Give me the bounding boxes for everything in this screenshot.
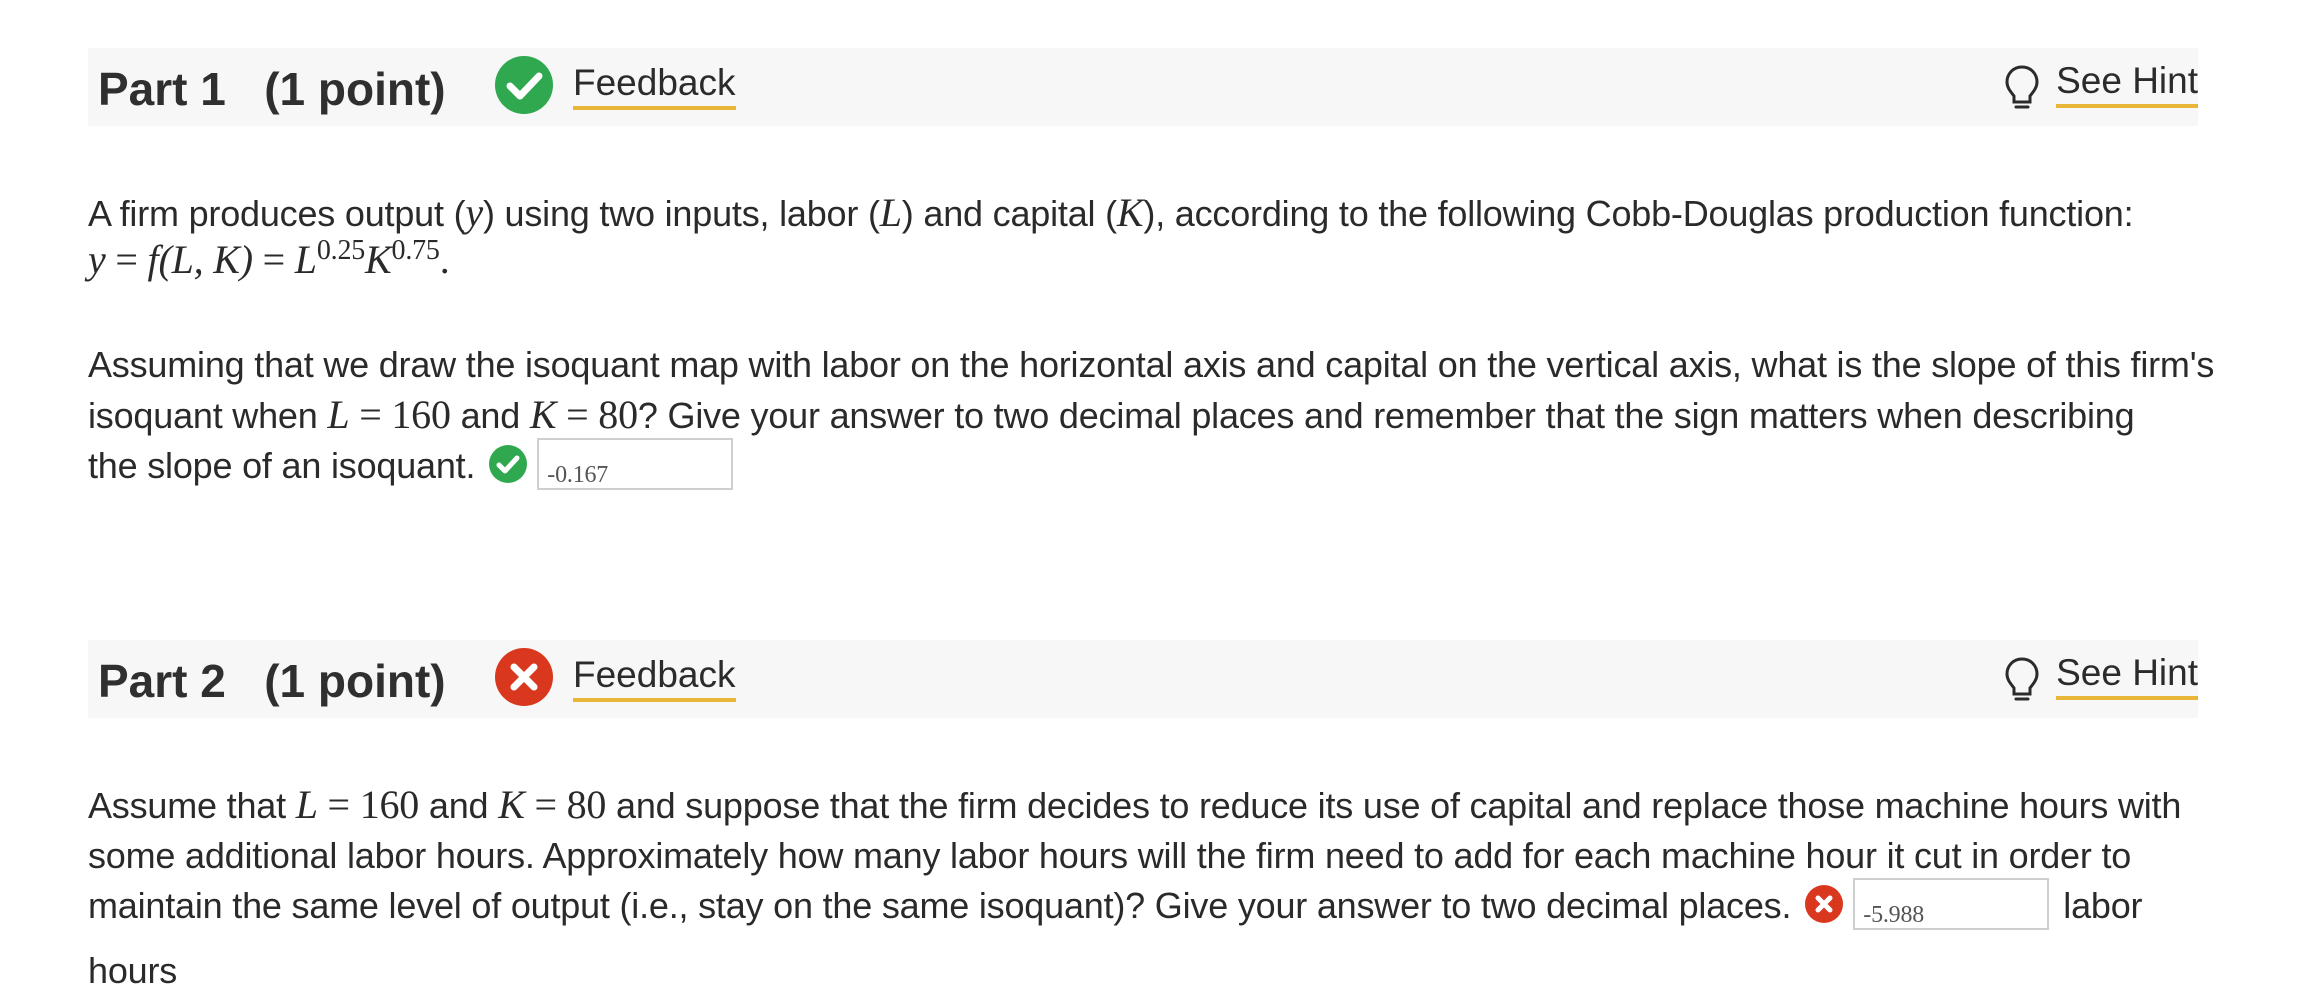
production-function-formula: y = f(L, K) = L0.25K0.75. (88, 235, 450, 283)
part2-see-hint-label: See Hint (2056, 652, 2198, 700)
answer-unit-label-continued: hours (88, 950, 178, 992)
part2-question-line2: some additional labor hours. Approximate… (88, 835, 2132, 876)
part2-answer-input[interactable]: -5.988 (1853, 878, 2050, 931)
lightbulb-icon (2005, 657, 2039, 701)
part2-header: Part 2 (1 point) Feedback See Hint (88, 640, 2198, 718)
part1-feedback-link[interactable]: Feedback (573, 62, 736, 110)
part1-question: Assuming that we draw the isoquant map w… (88, 340, 2218, 494)
part1-intro: A firm produces output (y) using two inp… (88, 188, 2218, 286)
part2-title: Part 2 (1 point) (98, 655, 446, 707)
part2-question: Assume that L = 160 and K = 80 and suppo… (88, 780, 2218, 996)
correct-check-icon (495, 56, 553, 114)
part2-see-hint-link[interactable]: See Hint (2005, 652, 2198, 708)
part1-title: Part 1 (1 point) (98, 63, 446, 115)
answer-correct-icon (489, 445, 528, 484)
part1-question-line1: Assuming that we draw the isoquant map w… (88, 344, 2215, 385)
incorrect-x-icon (495, 648, 553, 706)
lightbulb-icon (2005, 65, 2039, 109)
part2-question-line1: Assume that L = 160 and K = 80 and suppo… (88, 782, 2182, 827)
part1-question-line2: isoquant when L = 160 and K = 80? Give y… (88, 392, 2135, 437)
part2-question-line3: maintain the same level of output (i.e.,… (88, 878, 2218, 934)
part1-see-hint-link[interactable]: See Hint (2005, 60, 2198, 116)
answer-incorrect-icon (1805, 885, 1844, 924)
part1-answer-input[interactable]: -0.167 (537, 438, 734, 491)
part1-see-hint-label: See Hint (2056, 60, 2198, 108)
part1-question-line3: the slope of an isoquant. -0.167 (88, 438, 2218, 494)
answer-unit-label: labor (2063, 885, 2143, 926)
part1-header: Part 1 (1 point) Feedback See Hint (88, 48, 2198, 126)
part2-feedback-link[interactable]: Feedback (573, 654, 736, 702)
part1-intro-line1: A firm produces output (y) using two inp… (88, 190, 2134, 235)
